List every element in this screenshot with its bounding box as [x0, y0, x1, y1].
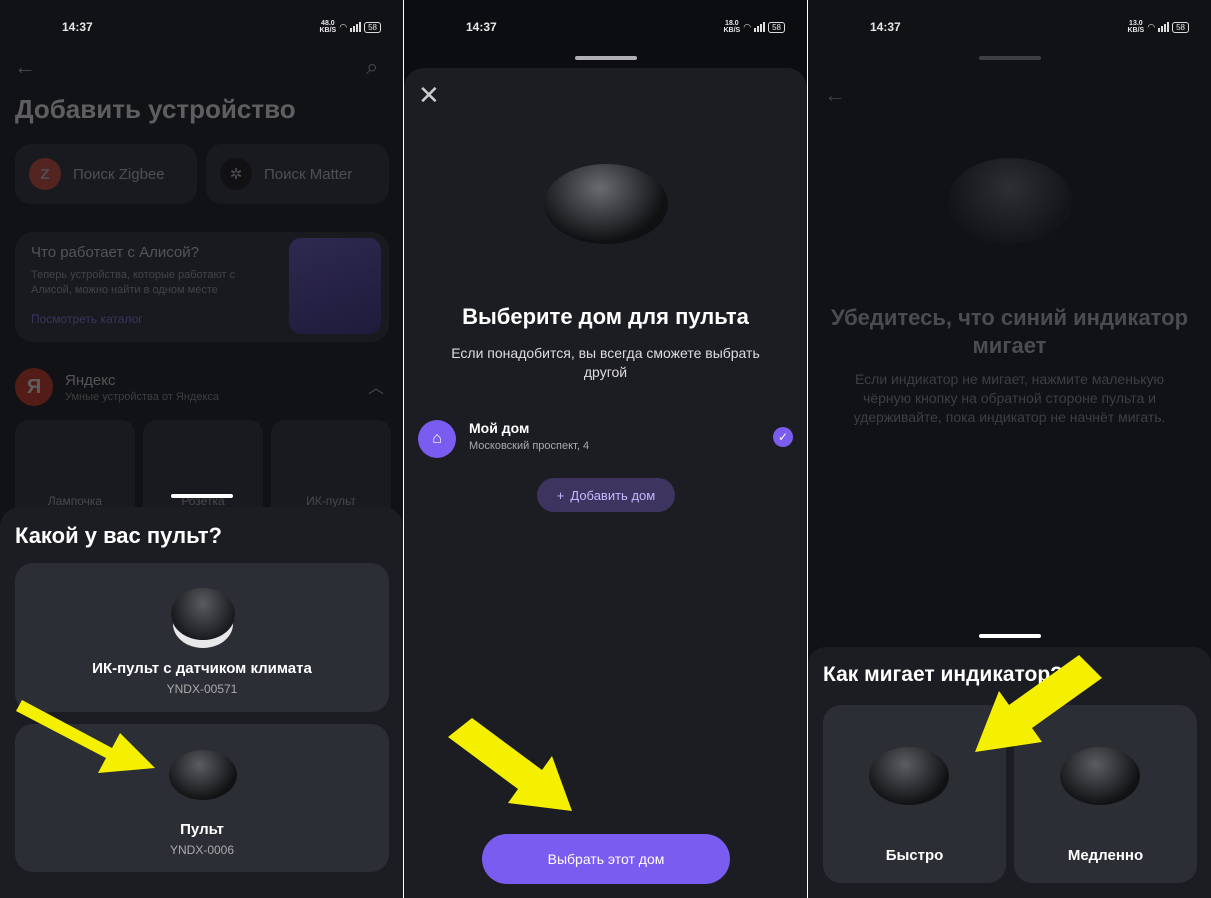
wifi-icon: ◠: [743, 21, 752, 32]
blink-speed-sheet: Как мигает индикатор? Быстро Медленно: [808, 647, 1211, 898]
add-home-label: Добавить дом: [570, 487, 656, 503]
back-arrow-icon[interactable]: ←: [14, 54, 36, 80]
promo-card[interactable]: Что работает с Алисой? Теперь устройства…: [15, 232, 389, 342]
signal-icon: [350, 22, 362, 32]
select-home-button[interactable]: Выбрать этот дом: [482, 834, 730, 884]
network-speed: 13.0 KB/S: [1127, 20, 1145, 34]
promo-image: [289, 238, 381, 334]
page-title: Выберите дом для пульта: [462, 304, 749, 329]
matter-search-button[interactable]: ✲ Поиск Matter: [206, 144, 389, 204]
remote-back-image: [948, 158, 1072, 244]
page-title: Убедитесь, что синий индикатор мигает: [830, 305, 1189, 358]
sheet-title: Какой у вас пульт?: [15, 523, 222, 548]
status-time: 14:37: [62, 20, 93, 34]
home-item[interactable]: ⌂ Мой дом Московский проспект, 4 ✓: [418, 418, 793, 458]
zigbee-label: Поиск Zigbee: [73, 165, 165, 183]
panel-add-device: 14:37 48.0 KB/S ◠ 58 ← ⌕ Добавить устройс…: [0, 0, 403, 898]
back-arrow-icon[interactable]: ←: [824, 82, 846, 108]
network-speed: 18.0 KB/S: [723, 20, 741, 34]
promo-desc: Теперь устройства, которые работают с Ал…: [31, 269, 236, 296]
battery-icon: 58: [768, 21, 785, 33]
brand-section[interactable]: Я Яндекс Умные устройства от Яндекса: [15, 368, 219, 406]
status-icons: 48.0 KB/S ◠ 58: [319, 20, 381, 34]
device-tiles: Лампочка Розетка ИК-пульт: [15, 420, 391, 520]
zigbee-search-button[interactable]: Z Поиск Zigbee: [15, 144, 197, 204]
matter-icon: ✲: [220, 158, 252, 190]
home-name: Мой дом: [469, 420, 530, 436]
remote-image: [1060, 747, 1140, 805]
close-icon[interactable]: ✕: [418, 80, 440, 111]
zigbee-icon: Z: [29, 158, 61, 190]
matter-label: Поиск Matter: [264, 165, 353, 183]
card-model: YNDX-0006: [169, 843, 235, 857]
add-home-button[interactable]: + Добавить дом: [537, 478, 675, 512]
status-time: 14:37: [870, 20, 901, 34]
status-bar: 14:37 13.0 KB/S ◠ 58: [808, 0, 1211, 50]
option-fast[interactable]: Быстро: [823, 705, 1006, 883]
ir-remote-image: [171, 588, 235, 640]
panel-indicator: 14:37 13.0 KB/S ◠ 58 ← Убедитесь, что син…: [808, 0, 1211, 898]
signal-icon: [1158, 22, 1170, 32]
sheet-handle[interactable]: [979, 634, 1041, 638]
search-icon[interactable]: ⌕: [366, 54, 378, 80]
card-remote[interactable]: Пульт YNDX-0006: [15, 724, 389, 872]
battery-icon: 58: [1172, 21, 1189, 33]
brand-sub: Умные устройства от Яндекса: [65, 390, 220, 403]
remote-image: [869, 747, 949, 805]
card-name: Пульт: [180, 821, 224, 838]
battery-icon: 58: [364, 21, 381, 33]
status-bar: 14:37 18.0 KB/S ◠ 58: [404, 0, 807, 50]
chevron-up-icon[interactable]: ︿: [368, 374, 384, 398]
option-label: Быстро: [885, 847, 944, 864]
tile-ir-remote[interactable]: ИК-пульт: [271, 420, 391, 520]
yandex-logo: Я: [15, 368, 53, 406]
page-subtitle: Если понадобится, вы всегда сможете выбр…: [451, 345, 760, 380]
remote-image: [544, 164, 668, 244]
promo-link[interactable]: Посмотреть каталог: [31, 312, 143, 326]
tile-socket[interactable]: Розетка: [143, 420, 263, 520]
remote-type-sheet: Какой у вас пульт? ИК-пульт с датчиком к…: [0, 507, 403, 898]
card-model: YNDX-00571: [166, 682, 238, 696]
sheet-handle[interactable]: [171, 494, 233, 498]
sheet-handle[interactable]: [575, 56, 637, 60]
option-label: Медленно: [1067, 847, 1144, 864]
choose-home-sheet: ✕ Выберите дом для пульта Если понадобит…: [404, 68, 807, 898]
top-handle: [979, 56, 1041, 60]
sheet-title: Как мигает индикатор?: [823, 663, 1064, 686]
card-name: ИК-пульт с датчиком климата: [92, 660, 312, 677]
status-icons: 18.0 KB/S ◠ 58: [723, 20, 785, 34]
plus-icon: +: [556, 487, 565, 503]
home-icon: ⌂: [418, 420, 456, 458]
status-icons: 13.0 KB/S ◠ 58: [1127, 20, 1189, 34]
signal-icon: [754, 22, 766, 32]
wifi-icon: ◠: [339, 21, 348, 32]
tile-lamp[interactable]: Лампочка: [15, 420, 135, 520]
card-ir-remote-climate[interactable]: ИК-пульт с датчиком климата YNDX-00571: [15, 563, 389, 712]
page-title: Добавить устройство: [15, 94, 296, 124]
promo-title: Что работает с Алисой?: [31, 244, 199, 261]
brand-name: Яндекс: [65, 371, 116, 389]
wifi-icon: ◠: [1147, 21, 1156, 32]
home-address: Московский проспект, 4: [469, 440, 590, 452]
status-time: 14:37: [466, 20, 497, 34]
status-bar: 14:37 48.0 KB/S ◠ 58: [0, 0, 403, 50]
page-desc: Если индикатор не мигает, нажмите малень…: [853, 371, 1166, 425]
network-speed: 48.0 KB/S: [319, 20, 337, 34]
check-icon: ✓: [773, 427, 793, 447]
option-slow[interactable]: Медленно: [1014, 705, 1197, 883]
panel-choose-home: 14:37 18.0 KB/S ◠ 58 ✕ Выберите дом для п…: [404, 0, 807, 898]
remote-image: [169, 750, 237, 800]
